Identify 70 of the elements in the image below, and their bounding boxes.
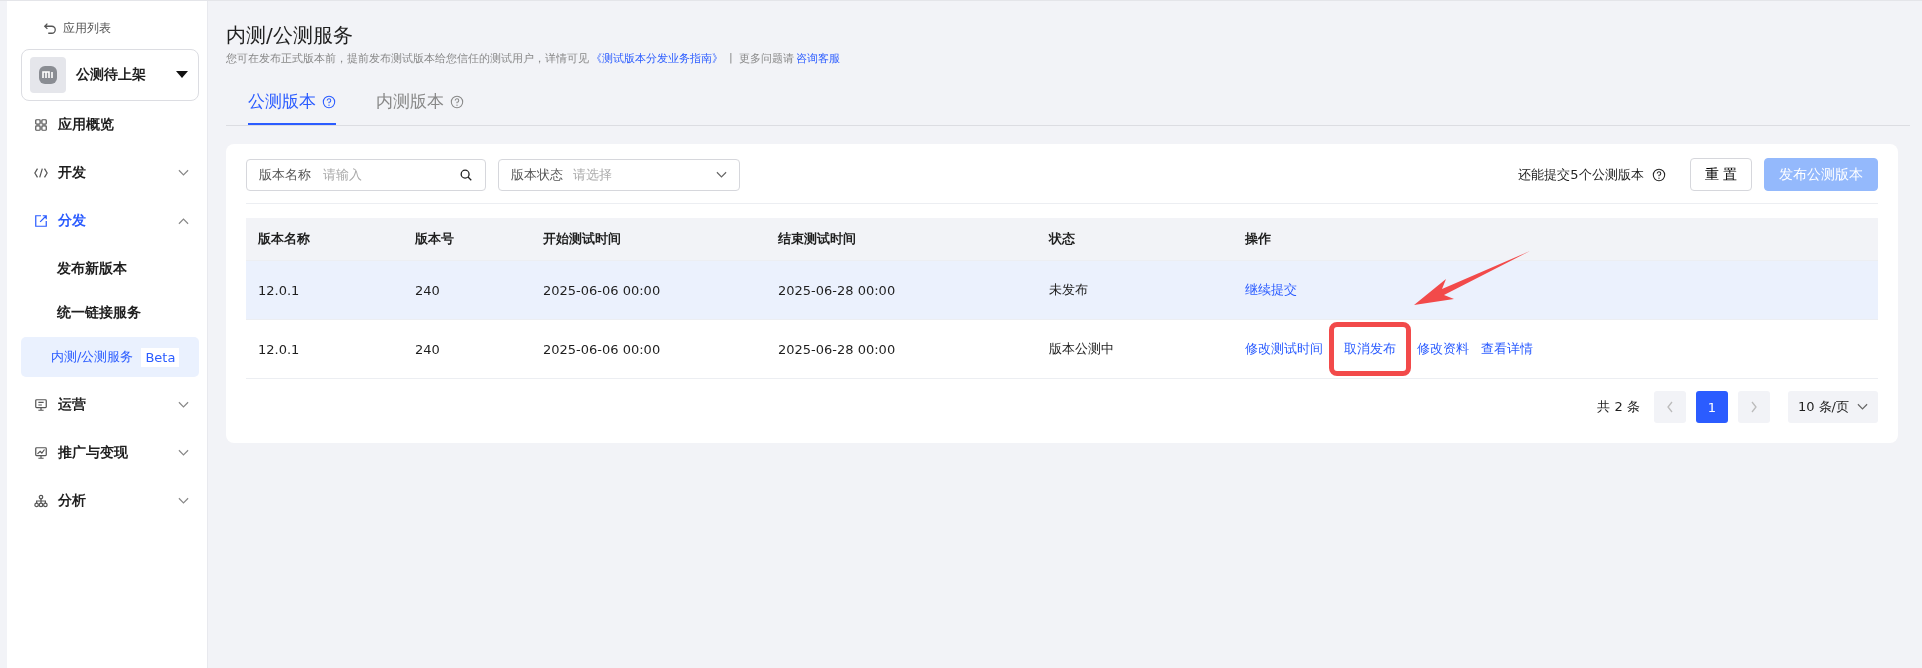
nav-subitem[interactable]: 内测/公测服务 Beta xyxy=(21,337,199,377)
quota-text: 还能提交5个公测版本 xyxy=(1518,165,1644,184)
nav-item[interactable]: 推广与变现 xyxy=(21,429,199,477)
column-header: 版本号 xyxy=(414,230,455,248)
help-icon xyxy=(450,94,464,109)
tree-icon xyxy=(34,494,48,508)
help-icon xyxy=(1651,167,1666,182)
column-header: 状态 xyxy=(1047,230,1076,248)
table-cell-text: 2025-06-28 00:00 xyxy=(777,282,897,298)
action-link[interactable]: 查看详情 xyxy=(1481,340,1533,358)
caret-icon xyxy=(176,71,188,79)
table-cell-text: 2025-06-06 00:00 xyxy=(542,341,662,357)
nav-item[interactable]: 分发 xyxy=(21,197,199,245)
table-row[interactable]: 12.0.1 240 2025-06-06 00:00 2025-06-28 00:00 未发布 继续提交 xyxy=(246,260,1878,319)
code-icon xyxy=(34,166,48,180)
description-text: 您可在发布正式版本前，提前发布测试版本给您信任的测试用户，详情可见 xyxy=(226,51,589,66)
page-size-select[interactable]: 10 条/页 xyxy=(1787,391,1878,423)
table-cell-text: 版本公测中 xyxy=(1048,340,1115,358)
support-link[interactable]: 咨询客服 xyxy=(795,51,840,66)
table-cell-text: 2025-06-28 00:00 xyxy=(777,341,897,357)
help-text: 更多问题请 xyxy=(738,51,794,66)
table-row[interactable]: 12.0.1 240 2025-06-06 00:00 2025-06-28 00:00 版本公测中 修改测试时间 取消发布 修改资料 查看详情 xyxy=(246,319,1878,378)
help-icon xyxy=(322,94,336,109)
table-cell-text: 2025-06-06 00:00 xyxy=(542,282,662,298)
column-header: 操作 xyxy=(1244,230,1272,248)
separator: | xyxy=(729,51,733,66)
column-header: 开始测试时间 xyxy=(542,230,622,248)
chevron-right-icon xyxy=(1749,401,1758,413)
nav-item[interactable]: 分析 xyxy=(21,477,199,525)
nav-subitem[interactable]: 统一链接服务 xyxy=(21,293,199,333)
page-button[interactable]: 1 xyxy=(1695,391,1728,423)
action-link[interactable]: 取消发布 xyxy=(1344,341,1396,356)
back-link[interactable]: 应用列表 xyxy=(21,17,199,39)
version-name-input[interactable]: 请输入 xyxy=(321,166,449,183)
action-link[interactable]: 修改资料 xyxy=(1417,340,1469,358)
guide-link[interactable]: 《测试版本分发业务指南》 xyxy=(591,51,723,66)
nav-item[interactable]: 应用概览 xyxy=(21,101,199,149)
share-icon xyxy=(34,214,48,228)
chevron-icon xyxy=(1857,403,1868,411)
back-icon xyxy=(43,21,57,35)
chart-icon xyxy=(34,446,48,460)
beta-badge: Beta xyxy=(141,347,180,367)
next-page-button[interactable] xyxy=(1737,391,1770,423)
search-icon xyxy=(459,167,473,182)
app-selector[interactable]: 公测待上架 xyxy=(21,49,199,101)
table-cell-text: 12.0.1 xyxy=(257,341,301,357)
page-title: 内测/公测服务 xyxy=(226,22,354,49)
tab[interactable]: 公测版本 xyxy=(248,80,336,125)
table-cell-text: 未发布 xyxy=(1048,281,1089,299)
nav-subitem[interactable]: 发布新版本 xyxy=(21,249,199,289)
action-link[interactable]: 继续提交 xyxy=(1245,281,1297,299)
chevron-icon xyxy=(716,170,727,179)
reset-button[interactable]: 重 置 xyxy=(1689,158,1752,191)
app-logo-icon xyxy=(30,57,66,93)
table-cell-text: 240 xyxy=(414,282,441,298)
version-status-select[interactable]: 版本状态 请选择 xyxy=(498,158,740,191)
nav-item[interactable]: 运营 xyxy=(21,381,199,429)
version-name-field[interactable]: 版本名称 请输入 xyxy=(246,158,486,191)
nav-item[interactable]: 开发 xyxy=(21,149,199,197)
column-header: 版本名称 xyxy=(257,230,311,248)
app-name: 公测待上架 xyxy=(76,66,147,84)
chevron-left-icon xyxy=(1665,401,1674,413)
previous-page-button[interactable] xyxy=(1653,391,1686,423)
monitor-icon xyxy=(34,398,48,412)
column-header: 结束测试时间 xyxy=(777,230,857,248)
action-link[interactable]: 修改测试时间 xyxy=(1245,340,1323,358)
grid-icon xyxy=(34,118,48,132)
total-count: 共 2 条 xyxy=(1597,398,1640,416)
table-cell-text: 240 xyxy=(414,341,441,357)
table-cell-text: 12.0.1 xyxy=(257,282,301,298)
